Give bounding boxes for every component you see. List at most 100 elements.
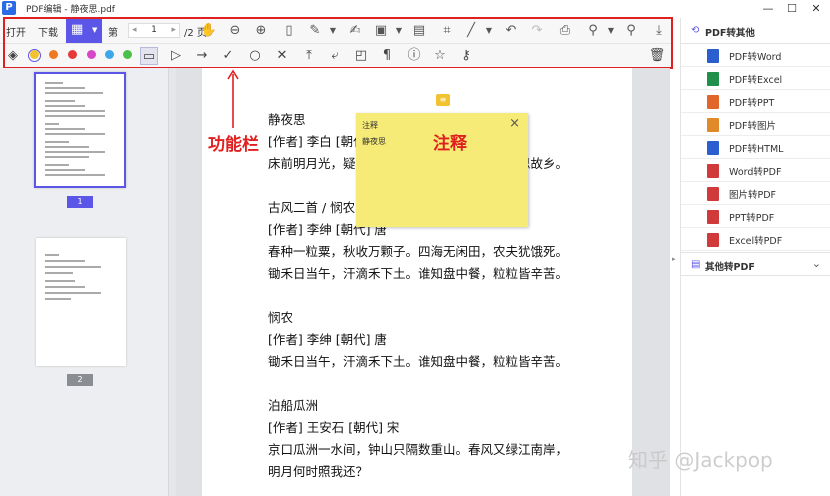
doc-line: [作者] 王安石 [朝代] 宋 <box>268 420 400 435</box>
key-icon[interactable]: ⚷ <box>457 47 475 65</box>
convert-item[interactable]: Excel转PDF <box>681 228 830 251</box>
file-type-icon <box>707 233 719 247</box>
image-dropdown-icon[interactable]: ▼ <box>390 22 408 40</box>
thumbnail-sidebar: 1 2 <box>0 68 168 496</box>
minimize-button[interactable]: — <box>756 0 780 18</box>
color-red-swatch[interactable] <box>68 50 77 59</box>
panel-collapse-icon[interactable]: ▸ <box>672 255 676 263</box>
undo-icon[interactable]: ↶ <box>502 22 520 40</box>
search-icon[interactable]: ⚲ <box>622 22 640 40</box>
convert-item-label: PDF转PPT <box>729 98 775 109</box>
page-next-icon[interactable]: ▸ <box>171 24 176 37</box>
convert-item-label: Excel转PDF <box>729 236 783 247</box>
panel-section-other[interactable]: ▤ 其他转PDF ⌄ <box>681 252 830 276</box>
page-thumbnail-2[interactable] <box>36 238 126 366</box>
grid-icon: ▦ <box>71 22 84 37</box>
convert-item[interactable]: PDF转Word <box>681 44 830 67</box>
convert-item-label: PDF转HTML <box>729 144 784 155</box>
toolbar-callout-label: 功能栏 <box>208 135 259 155</box>
convert-item-label: PDF转Excel <box>729 75 783 86</box>
panel-header-label: PDF转其他 <box>705 28 755 39</box>
close-button[interactable]: ✕ <box>804 0 828 18</box>
file-type-icon <box>707 72 719 86</box>
zoom-in-icon[interactable]: ⊕ <box>252 22 270 40</box>
fit-page-icon[interactable]: ▯ <box>280 22 298 40</box>
color-purple-swatch[interactable] <box>87 50 96 59</box>
download-icon[interactable]: ⤓ <box>650 22 668 40</box>
hand-icon[interactable]: ✋ <box>200 22 218 40</box>
page-prefix: 第 <box>108 28 118 39</box>
page-thumbnail-1[interactable] <box>34 72 126 188</box>
annotation-toolbar: ◈ ▭ ▷ → ✓ ○ ✕ ⤒ ⤶ ◰ ¶ ⓘ ☆ ⚷ 🗑 <box>0 44 672 68</box>
doc-line: 古风二首 / 悯农 <box>268 200 356 215</box>
app-logo-icon: P <box>2 1 16 15</box>
convert-item-label: PPT转PDF <box>729 213 775 224</box>
help-icon[interactable]: ⓘ <box>405 47 423 65</box>
note-marker-icon[interactable]: ≡ <box>436 94 450 106</box>
color-yellow-swatch[interactable] <box>30 50 39 59</box>
doc-line: 悯农 <box>268 310 294 325</box>
convert-item-label: PDF转图片 <box>729 121 777 132</box>
doc-line: 明月何时照我还？ <box>268 464 369 479</box>
pen-dropdown-icon[interactable]: ▼ <box>324 22 342 40</box>
convert-item[interactable]: PDF转图片 <box>681 113 830 136</box>
note-content[interactable]: 静夜思 <box>362 136 386 147</box>
pin-dropdown-icon[interactable]: ▼ <box>602 22 620 40</box>
crop-icon[interactable]: ⌗ <box>438 22 456 40</box>
cross-icon[interactable]: ✕ <box>273 47 291 65</box>
panel-header: ⟲ PDF转其他 <box>681 18 830 44</box>
convert-item[interactable]: PPT转PDF <box>681 205 830 228</box>
paragraph-icon[interactable]: ¶ <box>378 47 396 65</box>
page-label-2: 2 <box>67 374 93 386</box>
color-orange-swatch[interactable] <box>49 50 58 59</box>
redo-icon[interactable]: ↷ <box>528 22 546 40</box>
download-button[interactable]: 下载 <box>38 24 58 39</box>
pin-icon[interactable]: ⚲ <box>584 22 602 40</box>
sticky-note-icon[interactable]: ◰ <box>352 47 370 65</box>
file-type-icon <box>707 187 719 201</box>
maximize-button[interactable]: ☐ <box>780 0 804 18</box>
page-number-value: 1 <box>151 25 157 35</box>
section-icon: ▤ <box>691 259 701 270</box>
panel-section-label: 其他转PDF <box>705 262 755 273</box>
thumbnail-view-button[interactable]: ▦ ▼ <box>66 19 102 43</box>
trash-icon[interactable]: 🗑 <box>648 47 666 65</box>
print-icon[interactable]: ⎙ <box>556 22 574 40</box>
triangle-icon[interactable]: ▷ <box>167 47 185 65</box>
open-button[interactable]: 打开 <box>6 24 26 39</box>
line-icon[interactable]: ╱ <box>462 22 480 40</box>
convert-item[interactable]: PDF转PPT <box>681 90 830 113</box>
sidebar-splitter[interactable] <box>168 68 176 496</box>
convert-item-label: PDF转Word <box>729 52 782 63</box>
circle-icon[interactable]: ○ <box>246 47 264 65</box>
chevron-down-icon: ⌄ <box>811 257 821 270</box>
arrow-right-icon[interactable]: → <box>193 47 211 65</box>
signature-icon[interactable]: ✍ <box>346 22 364 40</box>
insert-text-icon[interactable]: ⤒ <box>300 47 318 65</box>
page-prev-icon[interactable]: ◂ <box>132 24 137 37</box>
stamp-icon[interactable]: ▤ <box>410 22 428 40</box>
star-icon[interactable]: ☆ <box>431 47 449 65</box>
color-blue-swatch[interactable] <box>105 50 114 59</box>
convert-item[interactable]: Word转PDF <box>681 159 830 182</box>
convert-item[interactable]: 图片转PDF <box>681 182 830 205</box>
convert-item-label: Word转PDF <box>729 167 782 178</box>
file-type-icon <box>707 118 719 132</box>
note-close-icon[interactable]: × <box>509 116 520 131</box>
doc-line: 锄禾日当午，汗滴禾下土。谁知盘中餐，粒粒皆辛苦。 <box>268 354 569 369</box>
comment-icon[interactable]: ▭ <box>140 47 158 65</box>
convert-item[interactable]: PDF转Excel <box>681 67 830 90</box>
file-type-icon <box>707 141 719 155</box>
convert-item[interactable]: PDF转HTML <box>681 136 830 159</box>
replace-text-icon[interactable]: ⤶ <box>326 47 344 65</box>
file-type-icon <box>707 49 719 63</box>
zoom-out-icon[interactable]: ⊖ <box>226 22 244 40</box>
color-green-swatch[interactable] <box>123 50 132 59</box>
fill-icon[interactable]: ◈ <box>4 47 22 65</box>
doc-line: 静夜思 <box>268 112 306 127</box>
pen-icon[interactable]: ✎ <box>306 22 324 40</box>
checkmark-icon[interactable]: ✓ <box>219 47 237 65</box>
page-number-input[interactable]: ◂ 1 ▸ <box>128 23 180 38</box>
image-icon[interactable]: ▣ <box>372 22 390 40</box>
line-dropdown-icon[interactable]: ▼ <box>480 22 498 40</box>
